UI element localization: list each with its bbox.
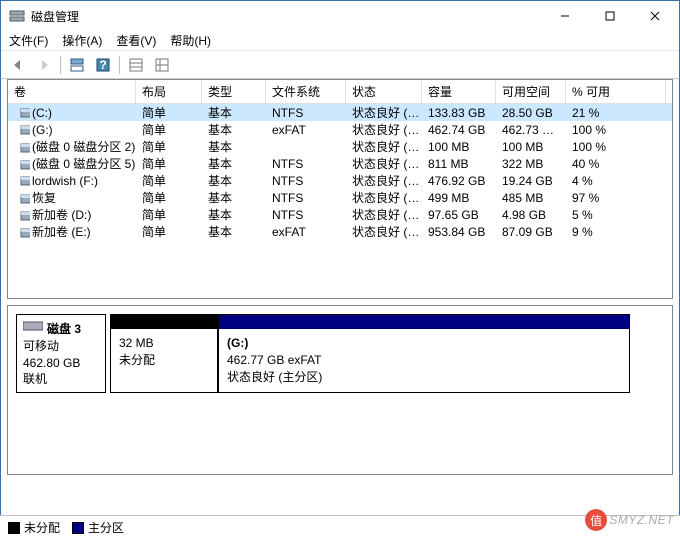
volume-row[interactable]: (磁盘 0 磁盘分区 5)简单基本NTFS状态良好 (…811 MB322 MB…	[8, 155, 672, 172]
back-button[interactable]	[6, 54, 30, 76]
legend-unallocated-swatch	[8, 522, 20, 534]
partition-bar	[219, 315, 629, 329]
maximize-button[interactable]	[587, 2, 632, 30]
drive-icon	[14, 175, 30, 187]
disk-row[interactable]: 磁盘 3 可移动 462.80 GB 联机 32 MB未分配(G:)462.77…	[8, 306, 672, 401]
disk-icon	[23, 319, 43, 333]
col-type[interactable]: 类型	[202, 80, 266, 103]
disk-status: 联机	[23, 371, 99, 388]
col-capacity[interactable]: 容量	[422, 80, 496, 103]
menu-file[interactable]: 文件(F)	[9, 32, 48, 49]
volume-list-pane: 卷 布局 类型 文件系统 状态 容量 可用空间 % 可用 (C:)简单基本NTF…	[7, 79, 673, 299]
disk-info[interactable]: 磁盘 3 可移动 462.80 GB 联机	[16, 314, 106, 393]
disk-management-window: 磁盘管理 文件(F) 操作(A) 查看(V) 帮助(H) ? 卷 布局 类型 文…	[0, 0, 680, 539]
svg-text:?: ?	[99, 58, 106, 72]
content-area: 卷 布局 类型 文件系统 状态 容量 可用空间 % 可用 (C:)简单基本NTF…	[1, 79, 679, 538]
window-title: 磁盘管理	[31, 8, 542, 25]
menu-view[interactable]: 查看(V)	[116, 32, 156, 49]
col-status[interactable]: 状态	[346, 80, 422, 103]
disk-graphical-pane: 磁盘 3 可移动 462.80 GB 联机 32 MB未分配(G:)462.77…	[7, 305, 673, 475]
partition[interactable]: (G:)462.77 GB exFAT状态良好 (主分区)	[218, 314, 630, 393]
detail-view-icon[interactable]	[150, 54, 174, 76]
volume-row[interactable]: 新加卷 (E:)简单基本exFAT状态良好 (…953.84 GB87.09 G…	[8, 223, 672, 240]
titlebar[interactable]: 磁盘管理	[1, 1, 679, 31]
volume-row[interactable]: lordwish (F:)简单基本NTFS状态良好 (…476.92 GB19.…	[8, 172, 672, 189]
watermark-badge: 值	[585, 509, 607, 531]
legend-primary-label: 主分区	[88, 519, 124, 536]
volume-row[interactable]: 新加卷 (D:)简单基本NTFS状态良好 (…97.65 GB4.98 GB5 …	[8, 206, 672, 223]
app-icon	[9, 8, 25, 24]
volume-row[interactable]: (G:)简单基本exFAT状态良好 (…462.74 GB462.73 …100…	[8, 121, 672, 138]
legend-unallocated-label: 未分配	[24, 519, 60, 536]
legend: 未分配 主分区	[1, 515, 679, 538]
drive-icon	[14, 193, 30, 205]
toolbar-separator	[60, 56, 61, 74]
watermark-text: SMYZ.NET	[609, 513, 674, 527]
disk-map: 32 MB未分配(G:)462.77 GB exFAT状态良好 (主分区)	[110, 314, 630, 393]
menubar: 文件(F) 操作(A) 查看(V) 帮助(H)	[1, 31, 679, 51]
help-icon[interactable]: ?	[91, 54, 115, 76]
col-volume[interactable]: 卷	[8, 80, 136, 103]
layout-topbottom-icon[interactable]	[65, 54, 89, 76]
volume-row[interactable]: 恢复简单基本NTFS状态良好 (…499 MB485 MB97 %	[8, 189, 672, 206]
window-controls	[542, 2, 677, 30]
volume-rows[interactable]: (C:)简单基本NTFS状态良好 (…133.83 GB28.50 GB21 %…	[8, 104, 672, 298]
close-button[interactable]	[632, 2, 677, 30]
toolbar-separator	[119, 56, 120, 74]
drive-icon	[14, 124, 30, 136]
col-percent[interactable]: % 可用	[566, 80, 666, 103]
menu-action[interactable]: 操作(A)	[62, 32, 102, 49]
forward-button[interactable]	[32, 54, 56, 76]
drive-icon	[14, 227, 30, 239]
watermark: 值 SMYZ.NET	[585, 509, 674, 531]
minimize-button[interactable]	[542, 2, 587, 30]
col-layout[interactable]: 布局	[136, 80, 202, 103]
volume-row[interactable]: (C:)简单基本NTFS状态良好 (…133.83 GB28.50 GB21 %	[8, 104, 672, 121]
list-view-icon[interactable]	[124, 54, 148, 76]
drive-icon	[14, 142, 30, 154]
drive-icon	[14, 159, 30, 171]
disk-type: 可移动	[23, 338, 99, 355]
drive-icon	[14, 210, 30, 222]
disk-capacity: 462.80 GB	[23, 355, 99, 372]
partition-bar	[111, 315, 217, 329]
drive-icon	[14, 107, 30, 119]
partition[interactable]: 32 MB未分配	[110, 314, 218, 393]
menu-help[interactable]: 帮助(H)	[170, 32, 211, 49]
volume-row[interactable]: (磁盘 0 磁盘分区 2)简单基本状态良好 (…100 MB100 MB100 …	[8, 138, 672, 155]
column-headers: 卷 布局 类型 文件系统 状态 容量 可用空间 % 可用	[8, 80, 672, 104]
toolbar: ?	[1, 51, 679, 79]
legend-primary-swatch	[72, 522, 84, 534]
disk-label: 磁盘 3	[47, 322, 81, 336]
col-filesystem[interactable]: 文件系统	[266, 80, 346, 103]
col-free[interactable]: 可用空间	[496, 80, 566, 103]
